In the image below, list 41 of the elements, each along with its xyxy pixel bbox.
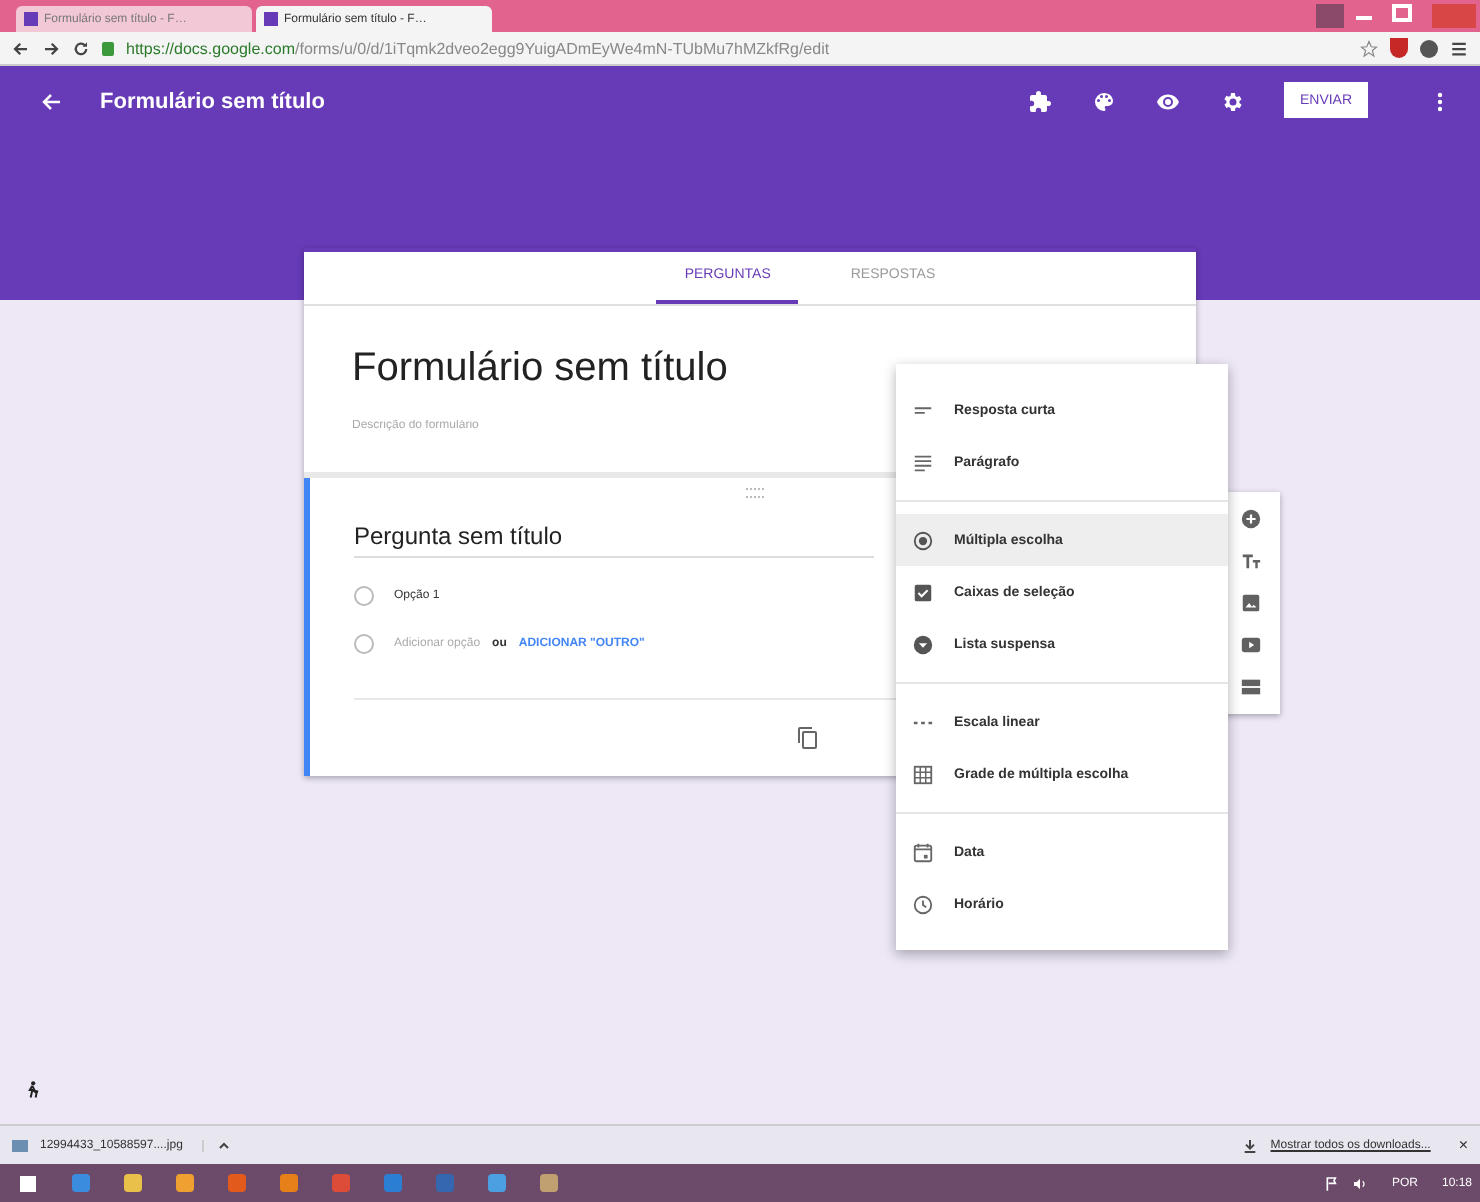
settings-icon[interactable] (1220, 90, 1244, 114)
forms-icon (24, 12, 38, 26)
radio-icon (354, 634, 374, 654)
star-icon[interactable] (1360, 39, 1378, 57)
palette-icon[interactable] (1092, 90, 1116, 114)
back-icon[interactable] (12, 39, 30, 57)
forward-icon[interactable] (42, 39, 60, 57)
maximize-icon[interactable] (1392, 4, 1412, 22)
form-name: Formulário sem título (100, 88, 325, 118)
add-icon[interactable] (1239, 508, 1261, 530)
clock-icon (912, 893, 934, 915)
flag-icon[interactable] (1323, 1175, 1340, 1191)
paragraph-icon (912, 451, 934, 473)
download-icon (1242, 1137, 1259, 1153)
forms-icon (264, 12, 278, 26)
grid-icon (912, 763, 934, 785)
close-button[interactable]: × (1458, 1136, 1468, 1154)
extension-icon[interactable] (1420, 39, 1438, 57)
caret-icon[interactable] (216, 1137, 233, 1153)
section-icon[interactable] (1239, 676, 1261, 698)
question-title[interactable]: Pergunta sem título (354, 522, 874, 558)
checkbox-icon (912, 581, 934, 603)
volume-icon[interactable] (1351, 1175, 1368, 1191)
copy-icon[interactable] (796, 726, 820, 750)
drag-handle-icon[interactable] (746, 488, 764, 498)
image-file-icon (12, 1139, 28, 1151)
reload-icon[interactable] (72, 39, 90, 57)
text-icon[interactable] (1239, 550, 1261, 572)
image-icon[interactable] (1239, 592, 1261, 614)
calendar-icon (912, 841, 934, 863)
lock-icon (102, 41, 114, 55)
eye-icon[interactable] (1156, 90, 1180, 114)
menu-icon[interactable] (1450, 39, 1468, 57)
shield-icon[interactable] (1390, 38, 1408, 58)
puzzle-icon[interactable] (1028, 90, 1052, 114)
radio-icon (354, 586, 374, 606)
url-field[interactable]: https://docs.google.com/forms/u/0/d/1iTqmk2dveo2egg9YuigADmEyWe4mN-TUbMu7hMZkfRg/edit (126, 39, 830, 57)
walking-figure-icon (24, 1078, 44, 1102)
radio-button-icon (912, 529, 934, 551)
video-icon[interactable] (1239, 634, 1261, 656)
dropdown-icon (912, 633, 934, 655)
